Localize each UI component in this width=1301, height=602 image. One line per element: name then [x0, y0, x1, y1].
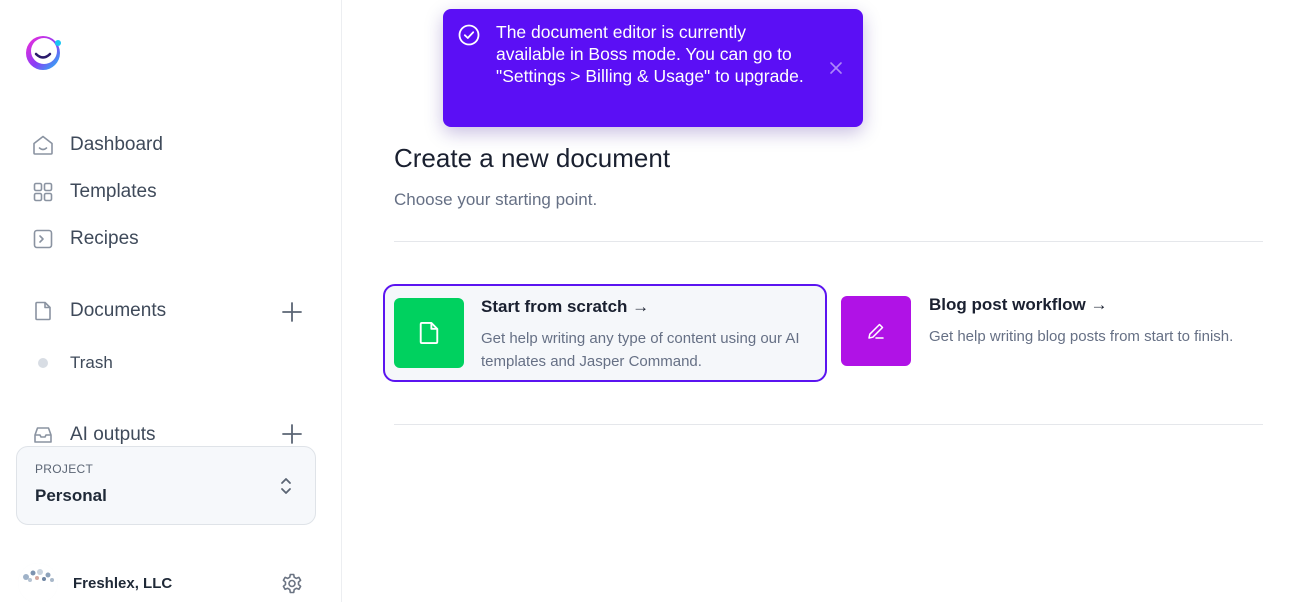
avatar — [18, 563, 58, 602]
sidebar-item-label: Recipes — [70, 228, 139, 249]
sidebar-item-label: Dashboard — [70, 134, 163, 155]
jasper-logo-icon[interactable] — [20, 32, 66, 72]
toast-message: The document editor is currently availab… — [496, 22, 804, 86]
divider — [394, 424, 1263, 425]
project-selector[interactable]: PROJECT Personal — [16, 446, 316, 525]
home-icon — [32, 134, 54, 156]
document-icon — [419, 322, 439, 344]
sidebar-item-trash[interactable]: Trash — [32, 350, 113, 376]
sidebar-item-label: Documents — [70, 300, 167, 321]
page-subtitle: Choose your starting point. — [394, 190, 598, 209]
close-icon[interactable] — [827, 59, 845, 77]
add-ai-output-button[interactable] — [280, 422, 304, 446]
sidebar-item-label: Trash — [70, 353, 113, 372]
sidebar-item-templates[interactable]: Templates — [32, 177, 157, 207]
sidebar-item-label: Templates — [70, 181, 157, 202]
card-description: Get help writing any type of content usi… — [481, 330, 800, 370]
pencil-icon — [868, 323, 884, 339]
blog-post-workflow-card[interactable]: Blog post workflow → Get help writing bl… — [831, 284, 1271, 382]
add-document-button[interactable] — [280, 300, 304, 324]
sidebar-item-label: AI outputs — [70, 424, 156, 445]
document-icon — [32, 300, 54, 322]
divider — [394, 241, 1263, 242]
grid-icon — [32, 181, 54, 203]
account-row[interactable]: Freshlex, LLC — [18, 560, 318, 602]
dot-icon — [38, 358, 48, 368]
blog-tile — [841, 296, 911, 366]
sidebar-item-documents[interactable]: Documents — [32, 296, 166, 326]
gear-icon[interactable] — [280, 572, 304, 596]
card-description: Get help writing blog posts from start t… — [929, 328, 1234, 345]
sidebar-item-dashboard[interactable]: Dashboard — [32, 130, 163, 160]
project-caption: PROJECT — [35, 462, 94, 476]
check-circle-icon — [457, 23, 481, 47]
sidebar: Dashboard Templates Recipes Documents Tr… — [0, 0, 342, 602]
project-value: Personal — [35, 486, 107, 505]
scratch-tile — [394, 298, 464, 368]
inbox-icon — [32, 424, 54, 446]
start-from-scratch-card[interactable]: Start from scratch → Get help writing an… — [383, 284, 827, 382]
sidebar-item-recipes[interactable]: Recipes — [32, 224, 139, 254]
plus-icon — [282, 424, 302, 444]
plus-icon — [282, 302, 302, 322]
chevron-up-down-icon — [277, 474, 295, 498]
upgrade-toast: The document editor is currently availab… — [443, 9, 863, 127]
terminal-icon — [32, 228, 54, 250]
card-title: Start from scratch → — [481, 297, 650, 316]
card-title: Blog post workflow → — [929, 295, 1108, 314]
account-name: Freshlex, LLC — [73, 575, 173, 592]
page-title: Create a new document — [394, 143, 671, 173]
